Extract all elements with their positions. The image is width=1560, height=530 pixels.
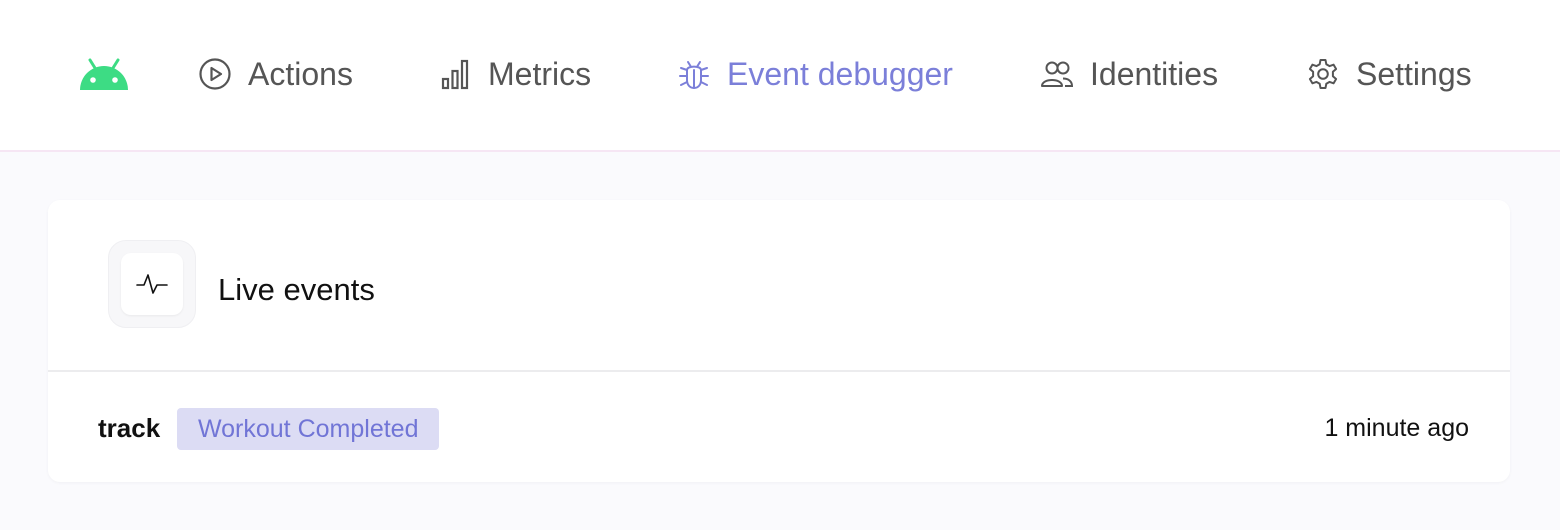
card-header: Live events	[48, 200, 1510, 372]
card-title: Live events	[218, 272, 375, 307]
bar-chart-icon	[438, 57, 472, 91]
pulse-icon	[121, 253, 183, 315]
nav-item-settings[interactable]: Settings	[1306, 52, 1472, 96]
gear-icon	[1306, 57, 1340, 91]
nav-item-label: Identities	[1090, 55, 1219, 92]
event-name-badge: Workout Completed	[177, 408, 440, 450]
users-icon	[1040, 57, 1074, 91]
nav-item-actions[interactable]: Actions	[198, 52, 353, 96]
bug-icon	[677, 57, 711, 91]
nav-item-label: Settings	[1356, 55, 1472, 92]
android-icon[interactable]	[78, 58, 130, 92]
pulse-icon-container	[108, 240, 196, 328]
event-type: track	[98, 413, 161, 443]
nav-item-label: Actions	[248, 55, 353, 92]
nav-item-label: Event debugger	[727, 55, 953, 92]
play-circle-icon	[198, 57, 232, 91]
event-timestamp: 1 minute ago	[1324, 414, 1469, 442]
nav-item-event-debugger[interactable]: Event debugger	[677, 52, 953, 96]
event-row[interactable]: track Workout Completed 1 minute ago	[48, 372, 1510, 482]
live-events-card: Live events track Workout Completed 1 mi…	[48, 200, 1510, 482]
nav-item-metrics[interactable]: Metrics	[438, 52, 591, 96]
nav-item-identities[interactable]: Identities	[1040, 52, 1218, 96]
top-navigation: Actions Metrics Event debugger Identitie…	[0, 0, 1560, 152]
nav-item-label: Metrics	[488, 55, 592, 92]
